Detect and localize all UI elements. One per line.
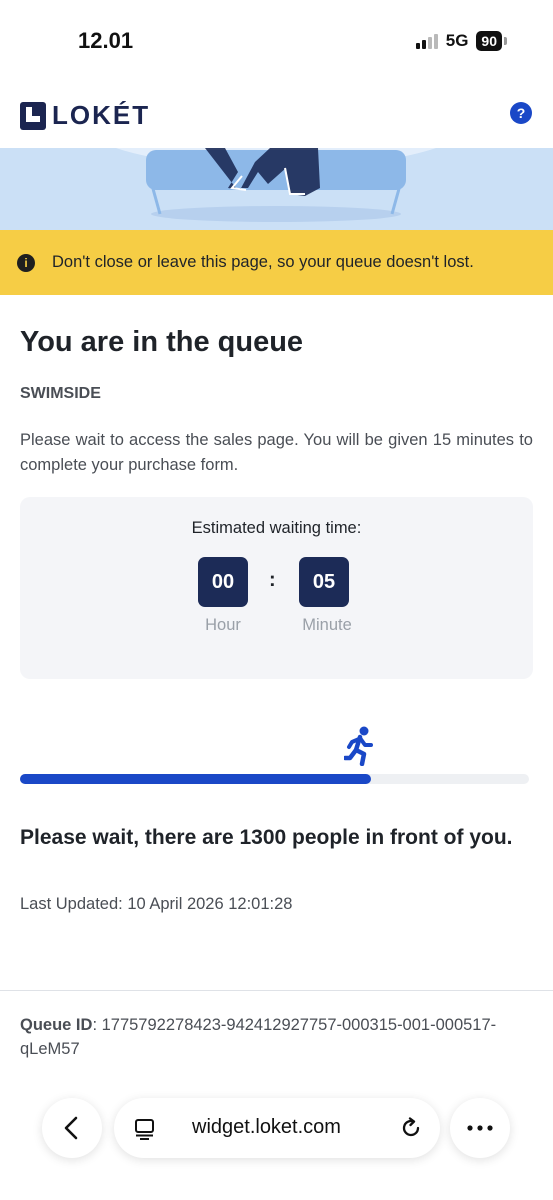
browser-toolbar: widget.loket.com <box>0 1080 553 1200</box>
queue-progress-bar <box>20 774 529 784</box>
queue-id-label: Queue ID <box>20 1016 93 1034</box>
warning-banner: i Don't close or leave this page, so you… <box>0 230 553 295</box>
battery-tip <box>504 37 507 45</box>
event-name: SWIMSIDE <box>20 385 101 402</box>
minutes-label: Minute <box>302 616 352 634</box>
battery-level: 90 <box>481 33 497 49</box>
status-bar: 12.01 5G 90 <box>0 0 553 80</box>
help-button[interactable]: ? <box>510 102 532 124</box>
url-text: widget.loket.com <box>192 1116 341 1138</box>
more-button[interactable] <box>450 1098 510 1158</box>
logo-text: LOKÉT <box>52 100 151 130</box>
waiting-time-card: Estimated waiting time: 00 : 05 Hour Min… <box>20 497 533 679</box>
page-title: You are in the queue <box>20 326 304 358</box>
queue-description: Please wait to access the sales page. Yo… <box>20 431 533 474</box>
hours-box: 00 <box>198 557 248 607</box>
more-dots-icon <box>467 1125 493 1131</box>
back-button[interactable] <box>42 1098 102 1158</box>
address-bar[interactable]: widget.loket.com <box>114 1098 440 1158</box>
minutes-box: 05 <box>299 557 349 607</box>
hours-label: Hour <box>205 616 241 634</box>
waiting-time-label: Estimated waiting time: <box>191 519 362 537</box>
reload-icon[interactable] <box>400 1117 422 1139</box>
divider <box>0 990 553 991</box>
info-icon: i <box>17 253 35 272</box>
warning-text: Don't close or leave this page, so your … <box>52 253 474 271</box>
status-time: 12.01 <box>78 28 134 53</box>
signal-icon <box>415 33 438 49</box>
network-type: 5G <box>445 31 469 50</box>
time-separator: : <box>269 569 276 591</box>
sofa-illustration <box>116 148 436 222</box>
page-menu-icon[interactable] <box>134 1118 156 1140</box>
logo-mark-icon <box>20 101 46 130</box>
loket-logo[interactable]: LOKÉT <box>20 100 150 131</box>
status-indicators: 5G 90 <box>415 31 507 51</box>
queue-progress-fill <box>20 774 372 784</box>
queue-id-value: : 1775792278423-942412927757-000315-001-… <box>20 1016 497 1058</box>
queue-illustration <box>0 148 553 230</box>
people-ahead-text: Please wait, there are 1300 people in fr… <box>20 826 513 849</box>
runner-icon <box>344 726 374 766</box>
last-updated: Last Updated: 10 April 2026 12:01:28 <box>20 895 293 913</box>
battery-icon: 90 <box>476 31 502 51</box>
chevron-left-icon <box>64 1116 78 1140</box>
queue-id: Queue ID: 1775792278423-942412927757-000… <box>20 1013 520 1061</box>
app-header: LOKÉT ? <box>0 80 553 148</box>
